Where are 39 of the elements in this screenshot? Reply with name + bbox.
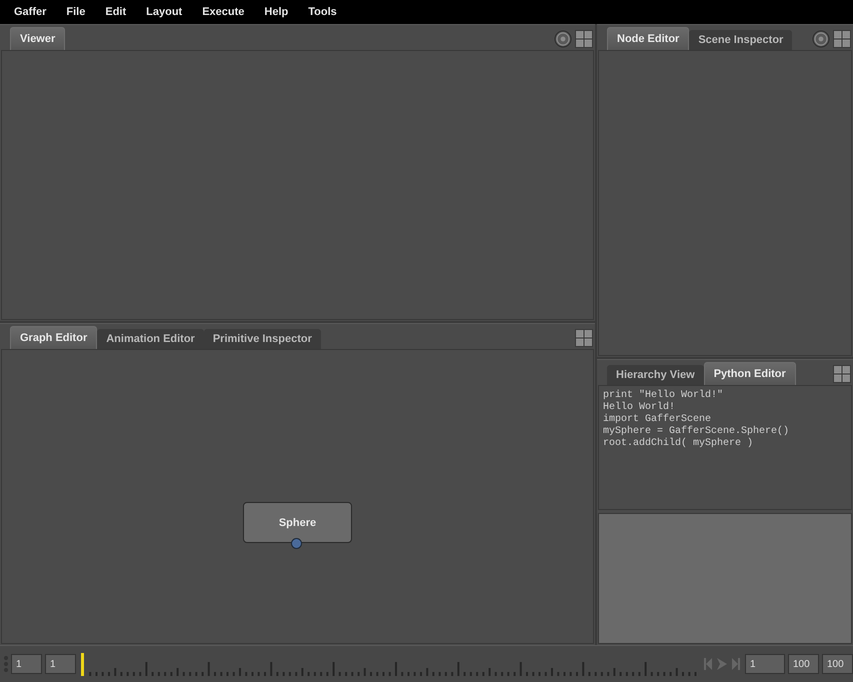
python-input-field[interactable] [598,513,852,644]
start-frame-field[interactable]: 1 [11,654,42,674]
tab[interactable]: Primitive Inspector [204,329,321,349]
target-icon[interactable] [554,30,572,48]
layout-grid-icon[interactable] [575,30,593,48]
menu-item[interactable]: File [56,2,96,22]
tab[interactable]: Graph Editor [10,326,98,349]
playhead-marker[interactable] [81,653,84,676]
tab[interactable]: Hierarchy View [607,365,704,385]
tab[interactable]: Node Editor [607,27,690,50]
range-end-field[interactable]: 100 [822,654,853,674]
end-frame-field[interactable]: 100 [788,654,819,674]
layout-grid-icon[interactable] [833,30,851,48]
menu-item[interactable]: Edit [95,2,136,22]
output-line: Hello World! [603,402,676,414]
menu-item[interactable]: Execute [192,2,254,22]
tab[interactable]: Animation Editor [97,329,204,349]
layout-grid-icon[interactable] [575,328,593,346]
output-line: print "Hello World!" [603,390,724,402]
graph-node[interactable]: Sphere [243,502,352,543]
output-plug[interactable] [291,538,302,549]
output-line: root.addChild( mySphere ) [603,438,754,450]
tab[interactable]: Scene Inspector [689,30,792,50]
current-start-field[interactable]: 1 [45,654,76,674]
menu-item[interactable]: Gaffer [4,2,56,22]
previous-frame-icon[interactable] [704,658,712,670]
next-frame-icon[interactable] [732,658,740,670]
output-line: mySphere = GafferScene.Sphere() [603,426,790,438]
menu-item[interactable]: Tools [298,2,347,22]
menu-item[interactable]: Layout [136,2,192,22]
layout-grid-icon[interactable] [833,364,851,382]
tab[interactable]: Viewer [10,27,66,50]
target-icon[interactable] [812,30,830,48]
play-icon[interactable] [717,658,728,670]
frame-ruler[interactable] [81,651,700,677]
tab[interactable]: Python Editor [704,362,796,385]
output-line: import GafferScene [603,414,712,426]
current-frame-field[interactable]: 1 [745,654,785,674]
menu-item[interactable]: Help [254,2,298,22]
